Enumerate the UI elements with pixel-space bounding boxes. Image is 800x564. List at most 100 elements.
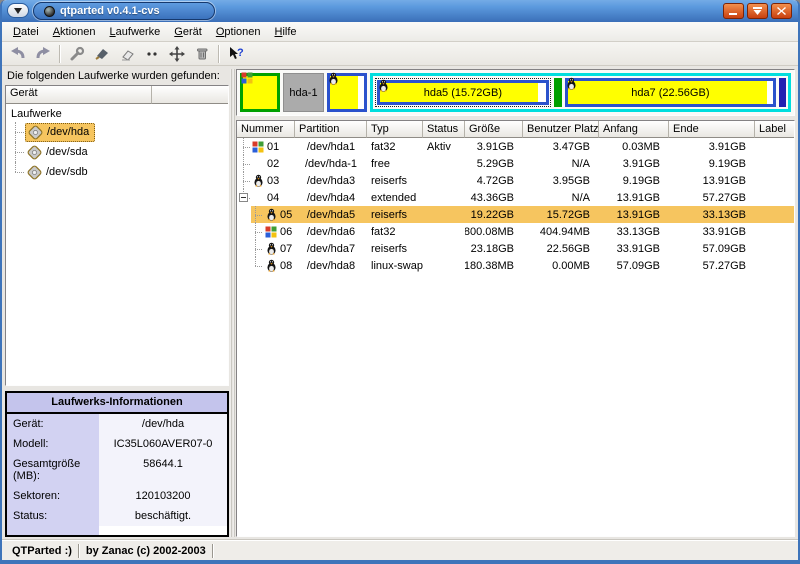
cell-status	[423, 240, 465, 257]
cell-typ: reiserfs	[367, 172, 423, 189]
column-header-anfang[interactable]: Anfang	[599, 121, 669, 138]
info-label: Gerät:	[7, 414, 99, 434]
tree-connector	[15, 122, 27, 142]
statusbar-text: QTParted :)	[6, 545, 78, 557]
column-header-benutzer-platz[interactable]: Benutzer Platz	[523, 121, 599, 138]
partition-table-body: 01/dev/hda1fat32Aktiv3.91GB3.47GB0.03MB3…	[237, 138, 794, 536]
menu-item-aktionen[interactable]: Aktionen	[46, 24, 103, 40]
cell-label	[755, 206, 795, 223]
cell-ende: 57.27GB	[669, 189, 755, 206]
table-row-03[interactable]: 03/dev/hda3reiserfs4.72GB3.95GB9.19GB13.…	[237, 172, 794, 189]
maximize-button[interactable]	[747, 3, 768, 19]
window-menu-button[interactable]	[7, 3, 29, 18]
panel-splitter[interactable]	[229, 69, 236, 537]
table-row-04[interactable]: 04/dev/hda4extended43.36GBN/A13.91GB57.2…	[237, 189, 794, 206]
titlebar: qtparted v0.4.1-cvs	[2, 0, 798, 22]
drive-info-title: Laufwerks-Informationen	[7, 393, 227, 414]
device-column-header-filler	[152, 86, 228, 104]
tree-item-dev-sdb[interactable]: /dev/sdb	[9, 162, 228, 182]
cell-status: Aktiv	[423, 138, 465, 155]
tux-icon	[266, 208, 277, 221]
whats-this-button[interactable]: ?	[224, 43, 248, 64]
close-button[interactable]	[771, 3, 792, 19]
menu-item-datei[interactable]: Datei	[6, 24, 46, 40]
partition-block-hda6[interactable]	[554, 78, 562, 107]
cell-nummer: 07	[237, 240, 295, 257]
redo-button[interactable]	[31, 43, 55, 64]
cell-partition: /dev/hda8	[295, 257, 367, 274]
partition-block-hda7[interactable]: hda7 (22.56GB)	[565, 78, 776, 107]
cell-label	[755, 223, 795, 240]
minimize-button[interactable]	[723, 3, 744, 19]
tree-item-dev-hda[interactable]: /dev/hda	[9, 122, 228, 142]
menu-item-optionen[interactable]: Optionen	[209, 24, 268, 40]
column-header-typ[interactable]: Typ	[367, 121, 423, 138]
partition-block-hda3[interactable]	[327, 73, 367, 112]
move-icon	[169, 46, 185, 62]
cell-status	[423, 257, 465, 274]
table-row-02[interactable]: 02/dev/hda-1free5.29GBN/A3.91GB9.19GB	[237, 155, 794, 172]
erase-button[interactable]	[115, 43, 139, 64]
column-header-nummer[interactable]: Nummer	[237, 121, 295, 138]
disk-icon	[28, 125, 43, 140]
device-column-header[interactable]: Gerät	[6, 86, 152, 104]
menu-item-gert[interactable]: Gerät	[167, 24, 209, 40]
partition-block-hda1[interactable]	[240, 73, 280, 112]
cell-label	[755, 138, 795, 155]
table-row-06[interactable]: 06/dev/hda6fat32800.08MB404.94MB33.13GB3…	[237, 223, 794, 240]
tree-gutter	[237, 189, 263, 206]
cell-typ: linux-swap	[367, 257, 423, 274]
cell-label	[755, 172, 795, 189]
properties-button[interactable]	[65, 43, 89, 64]
undo-button[interactable]	[6, 43, 30, 64]
cell-anfang: 33.13GB	[599, 223, 669, 240]
cell-typ: free	[367, 155, 423, 172]
tree-gutter	[237, 155, 263, 172]
info-filler	[7, 526, 227, 535]
info-label: Modell:	[7, 434, 99, 454]
column-header-status[interactable]: Status	[423, 121, 465, 138]
info-value: 58644.1	[99, 454, 227, 486]
redo-icon	[35, 47, 51, 61]
info-row: Gesamtgröße (MB):58644.1	[7, 454, 227, 486]
tree-root-label[interactable]: Laufwerke	[9, 106, 228, 122]
delete-button[interactable]	[190, 43, 214, 64]
whats-this-icon: ?	[228, 46, 244, 62]
column-header-ende[interactable]: Ende	[669, 121, 755, 138]
column-header-label[interactable]: Label	[755, 121, 795, 138]
window-controls	[723, 3, 792, 19]
cell-nummer: 04	[237, 189, 295, 206]
collapse-expander-icon[interactable]	[239, 193, 248, 202]
create-button[interactable]	[90, 43, 114, 64]
cell-status	[423, 155, 465, 172]
tux-icon	[328, 72, 339, 85]
table-row-07[interactable]: 07/dev/hda7reiserfs23.18GB22.56GB33.91GB…	[237, 240, 794, 257]
partition-block-hda5[interactable]: hda5 (15.72GB)	[377, 80, 549, 105]
tux-icon	[266, 242, 277, 255]
device-panel: Die folgenden Laufwerke wurden gefunden:…	[5, 69, 229, 537]
table-row-08[interactable]: 08/dev/hda8linux-swap180.38MB0.00MB57.09…	[237, 257, 794, 274]
resize-button[interactable]	[140, 43, 164, 64]
cell-anfang: 57.09GB	[599, 257, 669, 274]
device-tree: Gerät Laufwerke /dev/hda/dev/sda/dev/sdb	[5, 85, 229, 386]
column-header-gr-e[interactable]: Größe	[465, 121, 523, 138]
svg-text:?: ?	[237, 47, 244, 59]
move-button[interactable]	[165, 43, 189, 64]
cell-status	[423, 189, 465, 206]
partition-block-hda-1[interactable]: hda-1	[283, 73, 324, 112]
menu-item-laufwerke[interactable]: Laufwerke	[103, 24, 168, 40]
table-row-01[interactable]: 01/dev/hda1fat32Aktiv3.91GB3.47GB0.03MB3…	[237, 138, 794, 155]
drive-info-body: Gerät:/dev/hdaModell:IC35L060AVER07-0Ges…	[7, 414, 227, 535]
cell-benutzer-platz: 3.95GB	[523, 172, 599, 189]
menu-item-hilfe[interactable]: Hilfe	[267, 24, 303, 40]
info-row: Modell:IC35L060AVER07-0	[7, 434, 227, 454]
qtparted-window: qtparted v0.4.1-cvs DateiAktionenLaufwer…	[0, 0, 800, 564]
free-space-strip	[767, 81, 773, 104]
table-row-05[interactable]: 05/dev/hda5reiserfs19.22GB15.72GB13.91GB…	[237, 206, 794, 223]
tree-item-dev-sda[interactable]: /dev/sda	[9, 142, 228, 162]
trash-icon	[195, 46, 209, 61]
info-label: Gesamtgröße (MB):	[7, 454, 99, 486]
partition-block-hda8[interactable]	[779, 78, 786, 107]
windows-logo-icon	[241, 72, 253, 84]
column-header-partition[interactable]: Partition	[295, 121, 367, 138]
